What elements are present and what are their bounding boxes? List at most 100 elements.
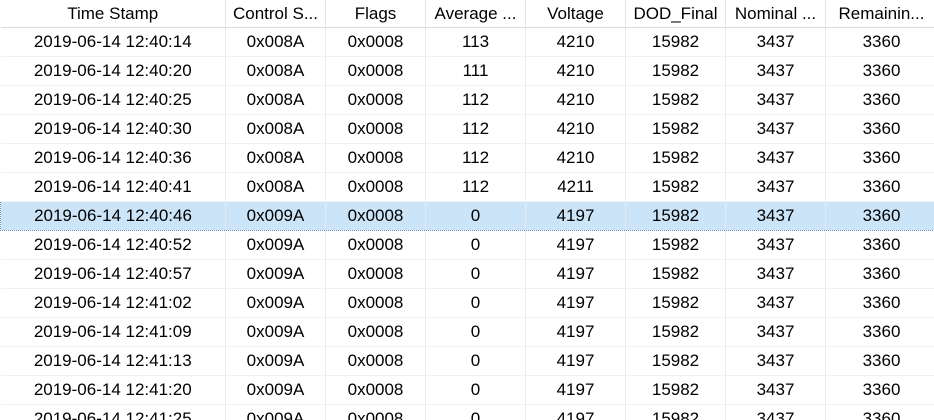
column-header-voltage[interactable]: Voltage	[525, 0, 626, 28]
table-row[interactable]: 2019-06-14 12:40:30 0x008A 0x0008 112 4210 15…	[0, 114, 934, 144]
table-cell: 3360	[825, 259, 934, 289]
table-cell: 4197	[525, 201, 626, 231]
table-cell: 4197	[525, 375, 626, 405]
table-cell: 2019-06-14 12:41:20	[0, 375, 226, 405]
table-cell: 0	[425, 259, 526, 289]
table-cell: 15982	[625, 85, 726, 115]
table-cell: 3437	[725, 172, 826, 202]
table-cell: 4197	[525, 404, 626, 420]
table-cell: 2019-06-14 12:40:57	[0, 259, 226, 289]
table-cell: 3437	[725, 404, 826, 420]
table-cell: 15982	[625, 201, 726, 231]
table-row[interactable]: 2019-06-14 12:41:25 0x009A 0x0008 0 4197 1598…	[0, 404, 934, 420]
column-header-flags[interactable]: Flags	[325, 0, 426, 28]
data-grid: Time Stamp Control S... Flags Average ..…	[0, 0, 934, 420]
table-cell: 0x009A	[225, 346, 326, 376]
log-table: Time Stamp Control S... Flags Average ..…	[0, 0, 934, 420]
table-cell: 4210	[525, 27, 626, 57]
table-cell: 3360	[825, 288, 934, 318]
table-row[interactable]: 2019-06-14 12:40:25 0x008A 0x0008 112 4210 15…	[0, 85, 934, 115]
table-cell: 112	[425, 85, 526, 115]
table-cell: 15982	[625, 27, 726, 57]
column-header-time-stamp[interactable]: Time Stamp	[0, 0, 226, 28]
table-cell: 3360	[825, 230, 934, 260]
table-cell: 0x0008	[325, 317, 426, 347]
table-cell: 2019-06-14 12:40:30	[0, 114, 226, 144]
table-row[interactable]: 2019-06-14 12:41:20 0x009A 0x0008 0 4197 1598…	[0, 375, 934, 405]
table-cell: 3437	[725, 259, 826, 289]
table-cell: 111	[425, 56, 526, 86]
table-cell: 3437	[725, 288, 826, 318]
table-cell: 0	[425, 404, 526, 420]
table-cell: 3437	[725, 375, 826, 405]
table-cell: 3437	[725, 317, 826, 347]
table-row[interactable]: 2019-06-14 12:41:13 0x009A 0x0008 0 4197 1598…	[0, 346, 934, 376]
table-cell: 15982	[625, 317, 726, 347]
table-cell: 15982	[625, 143, 726, 173]
table-cell: 112	[425, 114, 526, 144]
table-cell: 2019-06-14 12:40:20	[0, 56, 226, 86]
table-cell: 0	[425, 375, 526, 405]
column-header-dod-final[interactable]: DOD_Final	[625, 0, 726, 28]
table-cell: 0	[425, 288, 526, 318]
table-cell: 0x0008	[325, 346, 426, 376]
table-cell: 0x0008	[325, 27, 426, 57]
table-cell: 112	[425, 143, 526, 173]
table-cell: 15982	[625, 346, 726, 376]
table-cell: 0x008A	[225, 172, 326, 202]
table-cell: 2019-06-14 12:40:52	[0, 230, 226, 260]
table-cell: 3437	[725, 201, 826, 231]
table-cell: 0x0008	[325, 143, 426, 173]
column-header-control-status[interactable]: Control S...	[225, 0, 326, 28]
table-cell: 3360	[825, 172, 934, 202]
table-cell: 0x008A	[225, 143, 326, 173]
table-cell: 0x0008	[325, 259, 426, 289]
table-row[interactable]: 2019-06-14 12:40:41 0x008A 0x0008 112 4211 15…	[0, 172, 934, 202]
table-cell: 4197	[525, 346, 626, 376]
table-row[interactable]: 2019-06-14 12:40:52 0x009A 0x0008 0 4197 1598…	[0, 230, 934, 260]
column-header-remaining[interactable]: Remainin...	[825, 0, 934, 28]
column-header-nominal[interactable]: Nominal ...	[725, 0, 826, 28]
table-cell: 2019-06-14 12:40:25	[0, 85, 226, 115]
table-cell: 0x008A	[225, 27, 326, 57]
table-cell: 3437	[725, 56, 826, 86]
table-cell: 113	[425, 27, 526, 57]
table-cell: 0x0008	[325, 172, 426, 202]
table-cell: 3360	[825, 201, 934, 231]
table-cell: 0x008A	[225, 114, 326, 144]
table-row[interactable]: 2019-06-14 12:40:57 0x009A 0x0008 0 4197 1598…	[0, 259, 934, 289]
table-cell: 3360	[825, 27, 934, 57]
column-header-average[interactable]: Average ...	[425, 0, 526, 28]
table-cell: 0	[425, 346, 526, 376]
table-row[interactable]: 2019-06-14 12:40:14 0x008A 0x0008 113 4210 15…	[0, 27, 934, 57]
table-cell: 3360	[825, 404, 934, 420]
table-cell: 3437	[725, 346, 826, 376]
table-cell: 3437	[725, 114, 826, 144]
table-cell: 2019-06-14 12:40:36	[0, 143, 226, 173]
header-row: Time Stamp Control S... Flags Average ..…	[0, 0, 934, 28]
table-cell: 0x009A	[225, 404, 326, 420]
table-cell: 2019-06-14 12:41:13	[0, 346, 226, 376]
table-cell: 2019-06-14 12:41:25	[0, 404, 226, 420]
table-body: 2019-06-14 12:40:14 0x008A 0x0008 113 4210 15…	[0, 27, 934, 420]
table-row[interactable]: 2019-06-14 12:41:09 0x009A 0x0008 0 4197 1598…	[0, 317, 934, 347]
table-row[interactable]: 2019-06-14 12:41:02 0x009A 0x0008 0 4197 1598…	[0, 288, 934, 318]
table-cell: 3360	[825, 346, 934, 376]
table-cell: 0x009A	[225, 259, 326, 289]
table-row[interactable]: 2019-06-14 12:40:36 0x008A 0x0008 112 4210 15…	[0, 143, 934, 173]
table-cell: 3437	[725, 230, 826, 260]
table-row[interactable]: 2019-06-14 12:40:46 0x009A 0x0008 0 4197 1598…	[0, 201, 934, 231]
table-cell: 2019-06-14 12:41:09	[0, 317, 226, 347]
table-cell: 3437	[725, 27, 826, 57]
table-cell: 15982	[625, 288, 726, 318]
table-cell: 3360	[825, 114, 934, 144]
table-cell: 4197	[525, 317, 626, 347]
table-cell: 15982	[625, 404, 726, 420]
table-row[interactable]: 2019-06-14 12:40:20 0x008A 0x0008 111 4210 15…	[0, 56, 934, 86]
table-cell: 0x0008	[325, 85, 426, 115]
table-cell: 15982	[625, 172, 726, 202]
table-cell: 3360	[825, 143, 934, 173]
table-cell: 3437	[725, 143, 826, 173]
table-cell: 0x009A	[225, 375, 326, 405]
table-cell: 112	[425, 172, 526, 202]
